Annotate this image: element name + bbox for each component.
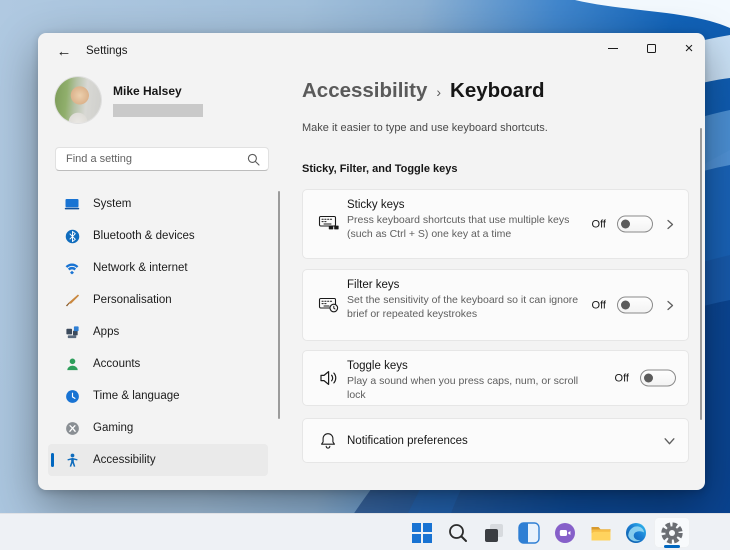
sidebar-item-label: Bluetooth & devices — [93, 230, 195, 242]
accounts-icon — [64, 356, 80, 372]
sidebar-item-label: Network & internet — [93, 262, 188, 274]
search-icon — [247, 153, 260, 166]
filter-keys-toggle[interactable] — [617, 297, 653, 314]
card-title: Sticky keys — [347, 199, 585, 211]
close-icon: × — [685, 41, 694, 56]
toggle-keys-icon — [318, 367, 340, 389]
toggle-state-label: Off — [592, 218, 606, 230]
sidebar-item-label: Accessibility — [93, 454, 156, 466]
card-description: Set the sensitivity of the keyboard so i… — [347, 294, 585, 321]
task-view-icon[interactable] — [482, 521, 506, 545]
user-email-redacted — [113, 104, 203, 117]
sidebar-item-label: Gaming — [93, 422, 133, 434]
toggle-knob — [621, 220, 630, 229]
time-language-icon — [64, 388, 80, 404]
maximize-icon — [647, 44, 656, 53]
close-button[interactable]: × — [674, 37, 704, 59]
widgets-icon[interactable] — [517, 521, 541, 545]
card-text: Sticky keys Press keyboard shortcuts tha… — [347, 199, 585, 241]
breadcrumb: Accessibility › Keyboard — [302, 79, 545, 103]
sidebar-item-system[interactable]: System — [48, 188, 268, 220]
chevron-down-icon — [663, 434, 676, 447]
card-description: Press keyboard shortcuts that use multip… — [347, 214, 585, 241]
back-arrow-icon: ← — [57, 43, 72, 60]
sidebar-item-time-language[interactable]: Time & language — [48, 380, 268, 412]
avatar[interactable] — [55, 77, 101, 123]
window-title: Settings — [86, 45, 128, 57]
sidebar-item-label: Time & language — [93, 390, 180, 402]
card-controls: Off — [615, 370, 676, 387]
accessibility-icon — [64, 452, 80, 468]
sidebar-item-gaming[interactable]: Gaming — [48, 412, 268, 444]
chat-icon[interactable] — [553, 521, 577, 545]
sidebar-item-label: Apps — [93, 326, 119, 338]
card-title: Filter keys — [347, 279, 585, 291]
toggle-keys-toggle[interactable] — [640, 370, 676, 387]
card-description: Play a sound when you press caps, num, o… — [347, 375, 585, 402]
toggle-state-label: Off — [592, 299, 606, 311]
maximize-button[interactable] — [636, 37, 666, 59]
chevron-right-icon — [664, 218, 676, 230]
card-controls: Off — [592, 297, 676, 314]
sidebar-item-network-internet[interactable]: Network & internet — [48, 252, 268, 284]
taskbar-settings-icon[interactable] — [660, 521, 684, 545]
chevron-right-icon — [664, 299, 676, 311]
minimize-button[interactable] — [598, 37, 628, 59]
breadcrumb-parent[interactable]: Accessibility — [302, 79, 427, 103]
card-title: Notification preferences — [347, 435, 468, 447]
sidebar-item-bluetooth-devices[interactable]: Bluetooth & devices — [48, 220, 268, 252]
section-title: Sticky, Filter, and Toggle keys — [302, 163, 457, 175]
network-icon — [64, 260, 80, 276]
toggle-state-label: Off — [615, 372, 629, 384]
bluetooth-icon — [64, 228, 80, 244]
gaming-icon — [64, 420, 80, 436]
sidebar-item-apps[interactable]: Apps — [48, 316, 268, 348]
toggle-keys-card[interactable]: Toggle keys Play a sound when you press … — [302, 350, 689, 406]
sidebar-item-label: System — [93, 198, 131, 210]
search-box — [55, 147, 269, 171]
user-name: Mike Halsey — [113, 84, 182, 98]
edge-icon[interactable] — [624, 521, 648, 545]
card-controls — [663, 434, 676, 447]
taskbar — [0, 513, 730, 550]
sticky-keys-toggle[interactable] — [617, 216, 653, 233]
back-button[interactable]: ← — [52, 41, 76, 61]
apps-icon — [64, 324, 80, 340]
sidebar-item-label: Personalisation — [93, 294, 172, 306]
selected-indicator — [51, 453, 54, 467]
notification-preferences-card[interactable]: Notification preferences — [302, 418, 689, 463]
taskbar-search-icon[interactable] — [446, 521, 470, 545]
file-explorer-icon[interactable] — [589, 521, 613, 545]
sidebar-item-accessibility[interactable]: Accessibility — [48, 444, 268, 476]
sticky-keys-icon — [318, 213, 340, 235]
card-controls: Off — [592, 216, 676, 233]
toggle-knob — [644, 374, 653, 383]
filter-keys-icon — [318, 294, 340, 316]
page-subtitle: Make it easier to type and use keyboard … — [302, 122, 548, 134]
settings-window: ← Settings × Mike Halsey System Bluetoot… — [38, 33, 705, 490]
sidebar-item-personalisation[interactable]: Personalisation — [48, 284, 268, 316]
content-scrollbar[interactable] — [700, 128, 702, 420]
personalisation-icon — [64, 292, 80, 308]
minimize-icon — [608, 48, 618, 49]
toggle-knob — [621, 301, 630, 310]
sidebar-scrollbar[interactable] — [278, 191, 280, 419]
page-title: Keyboard — [450, 79, 545, 103]
system-icon — [64, 196, 80, 212]
active-app-indicator — [664, 545, 680, 548]
card-text: Toggle keys Play a sound when you press … — [347, 360, 585, 402]
sidebar-item-accounts[interactable]: Accounts — [48, 348, 268, 380]
bell-icon — [318, 431, 338, 451]
breadcrumb-separator-icon: › — [436, 82, 441, 100]
filter-keys-card[interactable]: Filter keys Set the sensitivity of the k… — [302, 269, 689, 341]
sticky-keys-card[interactable]: Sticky keys Press keyboard shortcuts tha… — [302, 189, 689, 259]
card-title: Toggle keys — [347, 360, 585, 372]
search-input[interactable] — [56, 148, 268, 170]
start-button[interactable] — [410, 521, 434, 545]
sidebar-item-label: Accounts — [93, 358, 140, 370]
card-text: Filter keys Set the sensitivity of the k… — [347, 279, 585, 321]
